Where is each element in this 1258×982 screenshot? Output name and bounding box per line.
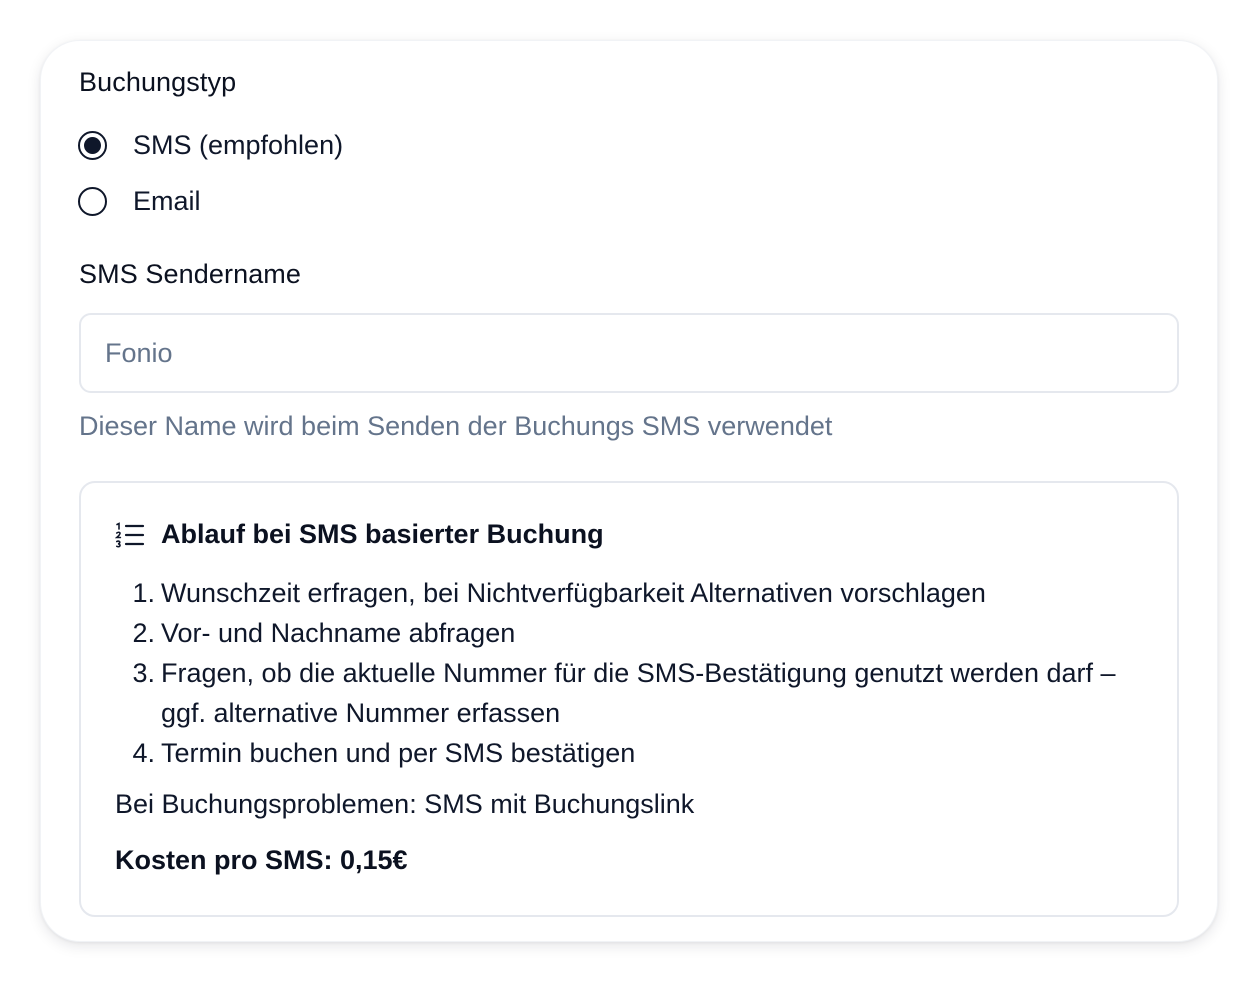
step-number: 3.	[132, 658, 155, 688]
sender-name-help-text: Dieser Name wird beim Senden der Buchung…	[79, 411, 833, 441]
list-item: 2. Vor- und Nachname abfragen	[115, 613, 1135, 653]
sender-name-input[interactable]	[79, 313, 1179, 393]
radio-button-email[interactable]	[78, 186, 107, 216]
step-text: Vor- und Nachname abfragen	[161, 618, 516, 648]
radio-button-sms[interactable]	[78, 130, 107, 160]
step-text: Wunschzeit erfragen, bei Nichtverfügbark…	[161, 578, 986, 608]
step-text: Fragen, ob die aktuelle Nummer für die S…	[161, 658, 1116, 728]
radio-option-sms[interactable]: SMS (empfohlen)	[78, 127, 343, 163]
radio-label-sms[interactable]: SMS (empfohlen)	[133, 130, 343, 161]
list-ordered-icon	[115, 521, 145, 548]
radio-label-email[interactable]: Email	[133, 186, 201, 217]
sender-name-label: SMS Sendername	[79, 259, 302, 289]
step-number: 4.	[132, 738, 155, 768]
list-item: 1. Wunschzeit erfragen, bei Nichtverfügb…	[115, 573, 1135, 613]
list-item: 3. Fragen, ob die aktuelle Nummer für di…	[115, 653, 1135, 733]
sms-booking-info-box: Ablauf bei SMS basierter Buchung 1. Wuns…	[79, 481, 1179, 917]
booking-type-label: Buchungstyp	[79, 67, 237, 97]
info-box-header: Ablauf bei SMS basierter Buchung	[115, 519, 604, 550]
booking-settings-card: Buchungstyp SMS (empfohlen) Email SMS Se…	[40, 40, 1218, 942]
booking-fallback-note: Bei Buchungsproblemen: SMS mit Buchungsl…	[115, 789, 695, 819]
step-text: Termin buchen und per SMS bestätigen	[161, 738, 636, 768]
radio-selected-dot	[84, 136, 101, 154]
step-number: 2.	[132, 618, 155, 648]
step-number: 1.	[132, 578, 155, 608]
booking-steps-list: 1. Wunschzeit erfragen, bei Nichtverfügb…	[115, 573, 1135, 773]
list-item: 4. Termin buchen und per SMS bestätigen	[115, 733, 1135, 773]
info-box-title: Ablauf bei SMS basierter Buchung	[161, 519, 604, 549]
radio-option-email[interactable]: Email	[78, 183, 201, 219]
sms-cost-note: Kosten pro SMS: 0,15€	[115, 845, 408, 875]
